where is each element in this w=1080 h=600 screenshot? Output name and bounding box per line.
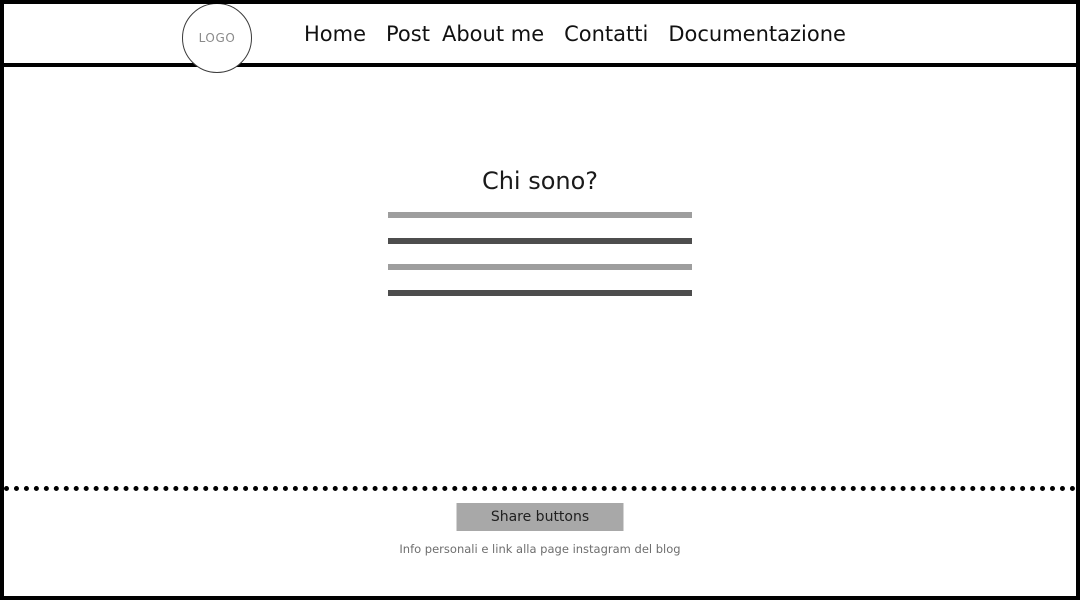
- logo-placeholder[interactable]: LOGO: [182, 4, 252, 73]
- logo-label: LOGO: [198, 31, 236, 45]
- placeholder-bar: [388, 238, 692, 244]
- nav-item-home[interactable]: Home: [304, 22, 366, 46]
- main-content: Chi sono?: [4, 67, 1076, 491]
- footer-note: Info personali e link alla page instagra…: [399, 542, 681, 556]
- nav-item-contatti[interactable]: Contatti: [564, 22, 648, 46]
- nav-item-post[interactable]: Post: [386, 22, 430, 46]
- site-footer: Share buttons Info personali e link alla…: [4, 491, 1076, 596]
- nav-item-about-me[interactable]: About me: [442, 22, 544, 46]
- site-header: LOGO Home Post About me Contatti Documen…: [4, 4, 1076, 73]
- content-placeholder-block: [388, 212, 692, 316]
- share-buttons-button[interactable]: Share buttons: [456, 503, 624, 531]
- main-navigation: Home Post About me Contatti Documentazio…: [304, 4, 846, 63]
- page-title: Chi sono?: [481, 167, 599, 195]
- wireframe-page: LOGO Home Post About me Contatti Documen…: [0, 0, 1080, 600]
- placeholder-bar: [388, 290, 692, 296]
- placeholder-bar: [388, 212, 692, 218]
- placeholder-bar: [388, 264, 692, 270]
- nav-item-documentazione[interactable]: Documentazione: [668, 22, 846, 46]
